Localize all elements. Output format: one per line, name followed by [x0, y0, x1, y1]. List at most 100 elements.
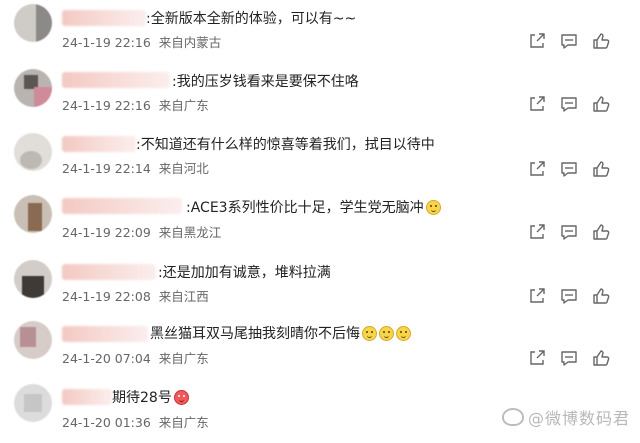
timestamp: 24-1-19 22:16: [62, 35, 151, 50]
like-button[interactable]: [592, 223, 610, 241]
comment-item: :还是加加有诚意，堆料拉满 24-1-19 22:08 来自江西: [0, 254, 640, 317]
like-button[interactable]: [592, 32, 610, 50]
comment-icon: [561, 162, 577, 177]
timestamp: 24-1-19 22:09: [62, 225, 151, 240]
avatar[interactable]: [14, 69, 52, 107]
share-icon: [530, 288, 545, 303]
share-icon: [530, 224, 545, 239]
reply-button[interactable]: [560, 223, 578, 241]
reply-button[interactable]: [560, 95, 578, 113]
avatar[interactable]: [14, 4, 52, 42]
like-icon: [593, 96, 610, 112]
location: 来自广东: [158, 415, 209, 430]
like-button[interactable]: [592, 349, 610, 367]
comment-meta: 24-1-20 07:04 来自广东: [62, 348, 209, 367]
timestamp: 24-1-19 22:08: [62, 289, 151, 304]
location: 来自江西: [158, 289, 209, 304]
comment-meta: 24-1-19 22:14 来自河北: [62, 158, 209, 177]
smile-emoji: [379, 326, 394, 341]
location: 来自河北: [158, 161, 209, 176]
comment-meta: 24-1-19 22:16 来自广东: [62, 95, 209, 114]
reply-button[interactable]: [560, 349, 578, 367]
smile-emoji: [396, 326, 411, 341]
avatar[interactable]: [14, 133, 52, 171]
share-button[interactable]: [528, 287, 546, 305]
location: 来自内蒙古: [158, 35, 222, 50]
comment-text-content: 期待28号: [112, 390, 172, 406]
share-button[interactable]: [528, 95, 546, 113]
comment-item: :全新版本全新的体验，可以有~~ 24-1-19 22:16 来自内蒙古: [0, 0, 640, 63]
comment-icon: [561, 289, 577, 304]
like-icon: [593, 224, 610, 240]
share-button[interactable]: [528, 223, 546, 241]
share-button[interactable]: [528, 349, 546, 367]
username[interactable]: [62, 198, 182, 214]
comment-actions: [528, 95, 628, 113]
location: 来自黑龙江: [158, 225, 222, 240]
timestamp: 24-1-19 22:16: [62, 98, 151, 113]
username[interactable]: [62, 72, 170, 88]
like-button[interactable]: [592, 95, 610, 113]
comment-meta: 24-1-19 22:08 来自江西: [62, 286, 209, 305]
comment-actions: [528, 223, 628, 241]
comment-item: :我的压岁钱看来是要保不住咯 24-1-19 22:16 来自广东: [0, 63, 640, 126]
heart-eyes-emoji: [173, 390, 189, 405]
comment-text: :不知道还有什么样的惊喜等着我们，拭目以待中: [136, 137, 435, 153]
avatar[interactable]: [14, 260, 52, 298]
avatar[interactable]: [14, 384, 52, 422]
watermark: @微博数码君: [501, 405, 630, 429]
comment-icon: [561, 34, 577, 49]
reply-button[interactable]: [560, 287, 578, 305]
comment-actions: [528, 160, 628, 178]
like-button[interactable]: [592, 160, 610, 178]
smile-emoji: [362, 326, 377, 341]
comment-actions: [528, 32, 628, 50]
comment-meta: 24-1-20 01:36 来自广东: [62, 412, 209, 431]
comment-text: :我的压岁钱看来是要保不住咯: [172, 74, 359, 90]
comment-actions: [528, 287, 628, 305]
like-icon: [593, 288, 610, 304]
share-button[interactable]: [528, 160, 546, 178]
username[interactable]: [62, 136, 136, 152]
like-icon: [593, 161, 610, 177]
comment-icon: [561, 225, 577, 240]
comment-icon: [561, 97, 577, 112]
comment-icon: [561, 351, 577, 366]
timestamp: 24-1-20 01:36: [62, 415, 151, 430]
reply-button[interactable]: [560, 160, 578, 178]
comment-text: :还是加加有诚意，堆料拉满: [158, 265, 331, 281]
location: 来自广东: [158, 98, 209, 113]
share-icon: [530, 350, 545, 365]
username[interactable]: [62, 326, 148, 342]
share-button[interactable]: [528, 32, 546, 50]
comment-text-content: :ACE3系列性价比十足，学生党无脑冲: [186, 200, 424, 216]
comment-text: 期待28号: [112, 387, 189, 407]
comment-item: 黑丝猫耳双马尾抽我刻晴你不后悔 24-1-20 07:04 来自广东: [0, 317, 640, 380]
comment-text: :ACE3系列性价比十足，学生党无脑冲: [186, 197, 441, 217]
avatar[interactable]: [14, 321, 52, 359]
watermark-text: @微博数码君: [527, 409, 630, 428]
comment-item: :不知道还有什么样的惊喜等着我们，拭目以待中 24-1-19 22:14 来自河北: [0, 127, 640, 190]
timestamp: 24-1-20 07:04: [62, 351, 151, 366]
comment-meta: 24-1-19 22:16 来自内蒙古: [62, 32, 221, 51]
share-icon: [530, 96, 545, 111]
comment-meta: 24-1-19 22:09 来自黑龙江: [62, 222, 221, 241]
comment-text-content: 黑丝猫耳双马尾抽我刻晴你不后悔: [150, 326, 360, 342]
username[interactable]: [62, 389, 112, 405]
comment-actions: [528, 349, 628, 367]
share-icon: [530, 161, 545, 176]
avatar[interactable]: [14, 195, 52, 233]
reply-button[interactable]: [560, 32, 578, 50]
share-icon: [530, 33, 545, 48]
weibo-logo-icon: [501, 408, 524, 426]
location: 来自广东: [158, 351, 209, 366]
comment-item: :ACE3系列性价比十足，学生党无脑冲 24-1-19 22:09 来自黑龙江: [0, 191, 640, 254]
timestamp: 24-1-19 22:14: [62, 161, 151, 176]
like-icon: [593, 33, 610, 49]
smile-emoji: [425, 200, 441, 215]
comment-text: :全新版本全新的体验，可以有~~: [146, 11, 357, 27]
username[interactable]: [62, 10, 146, 26]
like-icon: [593, 350, 610, 366]
like-button[interactable]: [592, 287, 610, 305]
username[interactable]: [62, 264, 156, 280]
